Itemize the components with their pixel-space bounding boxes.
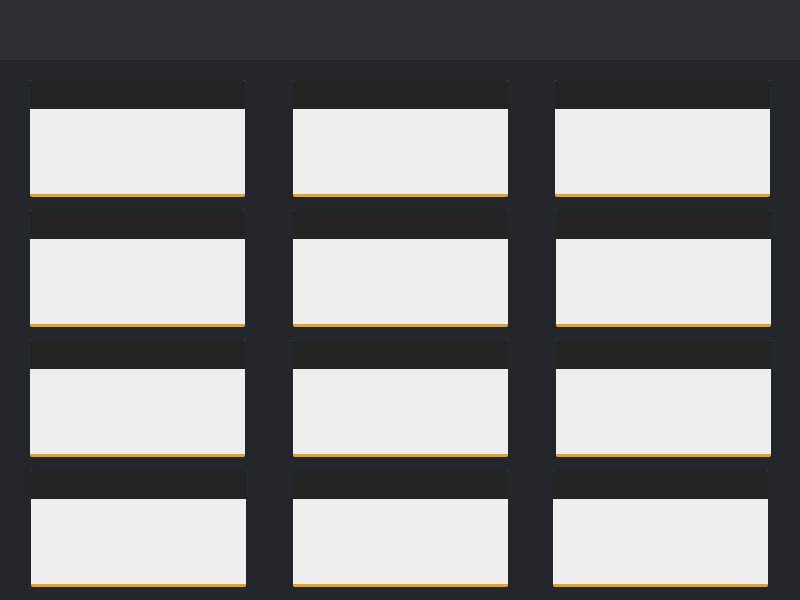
card-header — [556, 210, 771, 239]
card-title — [293, 87, 301, 101]
card-title — [556, 347, 564, 361]
top-bar — [0, 0, 800, 60]
card-body — [555, 109, 770, 194]
card[interactable] — [30, 80, 245, 197]
card-body — [556, 369, 771, 454]
card[interactable] — [555, 80, 770, 197]
card-body — [293, 499, 508, 584]
card-title — [555, 87, 563, 101]
card-title — [556, 217, 564, 231]
card-title — [293, 477, 301, 491]
card-header — [293, 470, 508, 499]
card[interactable] — [293, 80, 508, 197]
card-header — [30, 80, 245, 109]
card-header — [293, 340, 508, 369]
card-title — [30, 87, 38, 101]
card-body — [293, 369, 508, 454]
card[interactable] — [30, 340, 245, 457]
card-header — [555, 80, 770, 109]
card-body — [556, 239, 771, 324]
card-body — [30, 239, 245, 324]
card-body — [293, 109, 508, 194]
card-body — [30, 369, 245, 454]
card-header — [553, 470, 768, 499]
card-grid — [0, 60, 800, 600]
card[interactable] — [31, 470, 246, 587]
card[interactable] — [293, 340, 508, 457]
card[interactable] — [293, 470, 508, 587]
card[interactable] — [556, 340, 771, 457]
card[interactable] — [556, 210, 771, 327]
card-body — [31, 499, 246, 584]
card-title — [31, 477, 39, 491]
card-header — [293, 210, 508, 239]
card-title — [293, 347, 301, 361]
card-body — [30, 109, 245, 194]
card[interactable] — [293, 210, 508, 327]
card-header — [30, 340, 245, 369]
card-header — [31, 470, 246, 499]
card-body — [293, 239, 508, 324]
card[interactable] — [30, 210, 245, 327]
card-title — [293, 217, 301, 231]
card-title — [30, 347, 38, 361]
card-header — [30, 210, 245, 239]
card-header — [293, 80, 508, 109]
card-body — [553, 499, 768, 584]
card-title — [30, 217, 38, 231]
card-header — [556, 340, 771, 369]
card[interactable] — [553, 470, 768, 587]
card-title — [553, 477, 561, 491]
